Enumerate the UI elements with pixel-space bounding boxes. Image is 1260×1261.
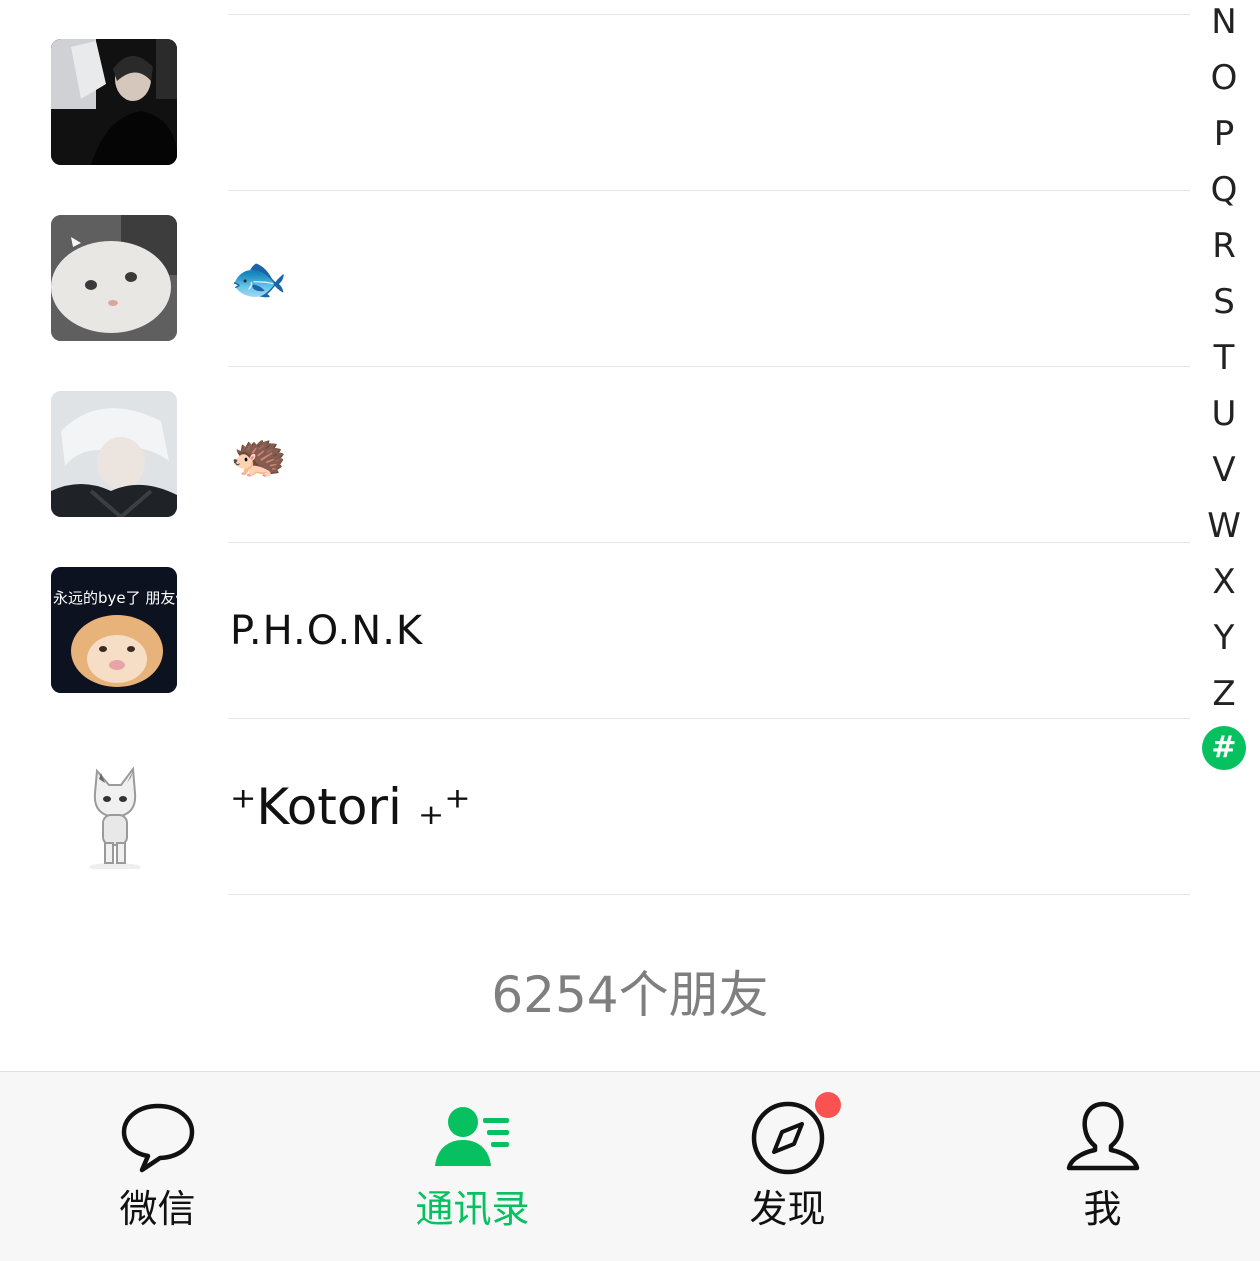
person-photo-avatar [51,39,177,165]
index-letter-y[interactable]: Y [1202,616,1246,660]
index-letter-p[interactable]: P [1202,112,1246,156]
contact-row[interactable]: ⁺Kotori ₊⁺ [0,719,1260,895]
index-letter-x[interactable]: X [1202,560,1246,604]
index-letter-s[interactable]: S [1202,280,1246,324]
index-letter-z[interactable]: Z [1202,672,1246,716]
tab-label: 我 [1083,1187,1122,1231]
cat-meme-avatar: 永远的bye了 朋友们 [51,567,177,693]
tab-label: 发现 [749,1187,826,1231]
tab-chats[interactable]: 微信 [0,1072,315,1261]
tab-discover[interactable]: 发现 [630,1072,945,1261]
divider [228,894,1190,895]
bottom-tab-bar: 微信 通讯录 发现 我 [0,1071,1260,1261]
contact-name: ⁺Kotori ₊⁺ [230,778,471,836]
index-letter-r[interactable]: R [1202,224,1246,268]
contact-row[interactable]: 🐟 [0,191,1260,367]
cartoon-cat-avatar [51,743,177,869]
tab-label: 通讯录 [415,1187,530,1231]
contact-row[interactable] [0,15,1260,191]
index-letter-v[interactable]: V [1202,448,1246,492]
white-cat-avatar [51,215,177,341]
index-letter-n[interactable]: N [1202,0,1246,44]
contact-row[interactable]: 永远的bye了 朋友们 P.H.O.N.K [0,543,1260,719]
index-letter-o[interactable]: O [1202,56,1246,100]
index-letter-w[interactable]: W [1202,504,1246,548]
avatar-meme-text: 永远的bye了 朋友们 [53,589,177,607]
person-icon [1063,1098,1143,1178]
index-letter-hash[interactable]: # [1202,726,1246,770]
contact-name: 🐟 [230,251,288,306]
contact-name: 🦔 [230,427,288,482]
white-hair-anime-avatar [51,391,177,517]
contacts-icon [433,1098,513,1178]
index-letter-t[interactable]: T [1202,336,1246,380]
tab-me[interactable]: 我 [945,1072,1260,1261]
notification-badge-dot [815,1092,841,1118]
tab-label: 微信 [119,1187,196,1231]
tab-contacts[interactable]: 通讯录 [315,1072,630,1261]
contact-row[interactable]: 🦔 [0,367,1260,543]
friend-count: 6254个朋友 [491,966,769,1024]
contact-name: P.H.O.N.K [230,608,424,654]
chat-bubble-icon [118,1098,198,1178]
index-letter-u[interactable]: U [1202,392,1246,436]
index-letter-q[interactable]: Q [1202,168,1246,212]
